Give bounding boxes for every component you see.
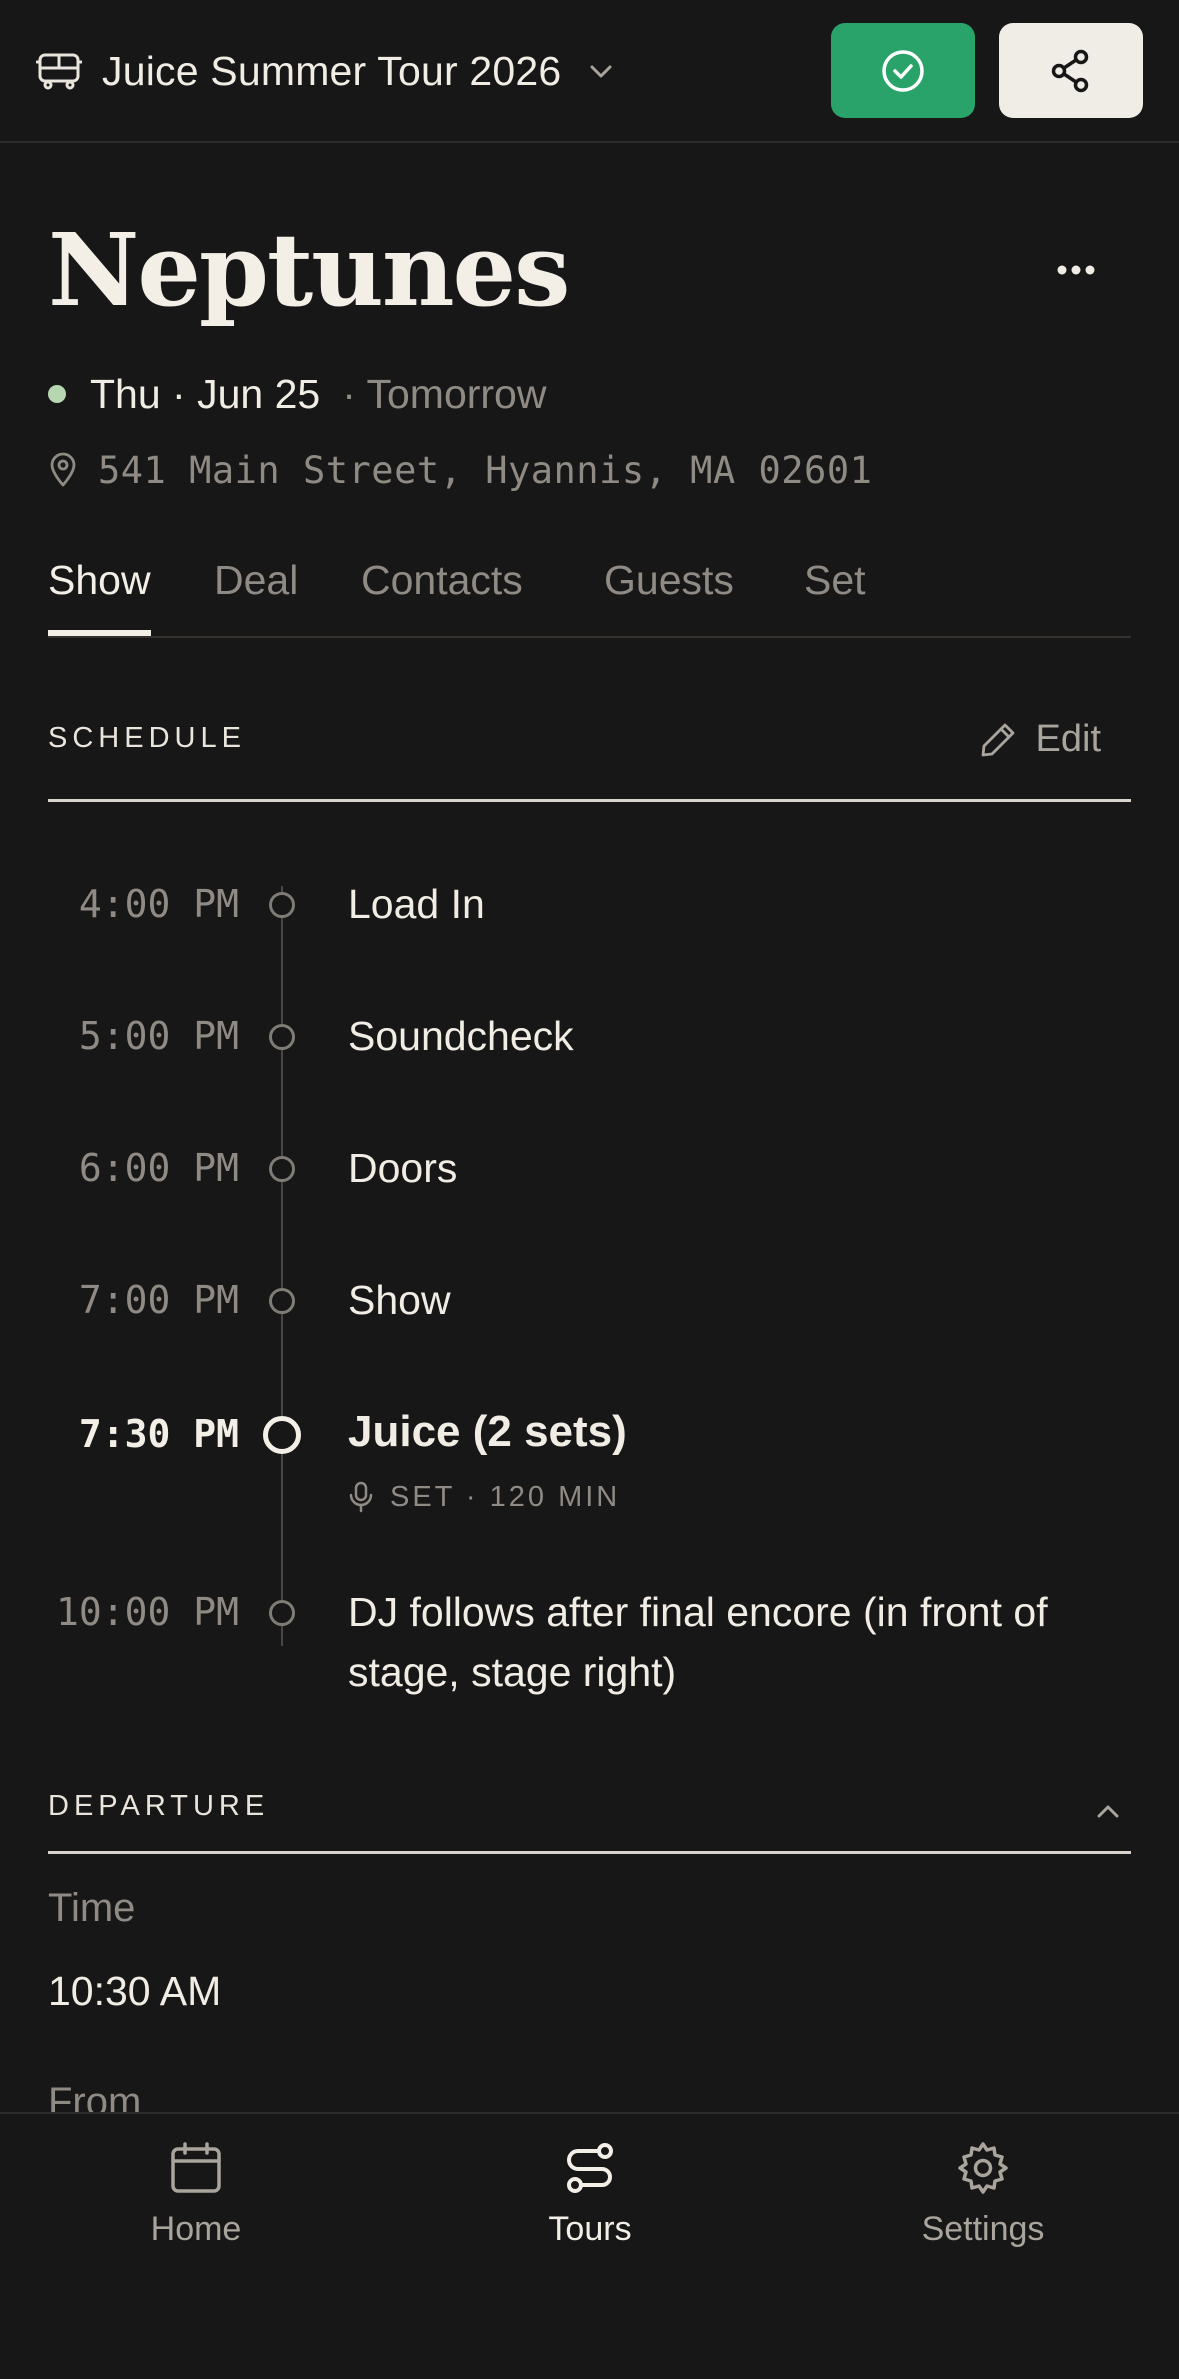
timeline-dot (269, 1600, 295, 1626)
nav-tours[interactable]: Tours (470, 2140, 710, 2249)
gear-icon (958, 2142, 1008, 2194)
schedule-title: Soundcheck (348, 1013, 574, 1059)
tab-show[interactable]: Show (48, 548, 151, 636)
schedule-time: 6:00 PM (78, 1146, 239, 1190)
bus-icon (36, 53, 82, 90)
map-pin-icon (50, 452, 76, 487)
timeline-dot (269, 1156, 295, 1182)
departure-header[interactable]: DEPARTURE (48, 1770, 1131, 1854)
more-options-button[interactable] (1048, 250, 1104, 290)
status-dot (48, 385, 66, 403)
nav-settings[interactable]: Settings (863, 2140, 1103, 2249)
confirm-button[interactable] (831, 23, 975, 118)
set-meta: SET · 120 MIN (348, 1480, 620, 1514)
timeline-dot (269, 892, 295, 918)
top-bar: Juice Summer Tour 2026 (0, 0, 1179, 143)
schedule-title: Load In (348, 881, 485, 927)
timeline-dot (269, 1288, 295, 1314)
route-icon (567, 2143, 613, 2193)
schedule-title: Juice (2 sets) (348, 1407, 627, 1456)
schedule-title: DJ follows after final encore (in front … (348, 1589, 1048, 1695)
check-circle-icon (882, 49, 924, 92)
share-button[interactable] (999, 23, 1143, 118)
chevron-down-icon (590, 65, 612, 78)
schedule-time: 10:00 PM (55, 1590, 239, 1634)
relative-date: · Tomorrow (342, 370, 547, 417)
calendar-icon (171, 2142, 221, 2193)
departure-time-value[interactable]: 10:30 AM (48, 1968, 221, 2015)
tab-guests[interactable]: Guests (604, 548, 734, 636)
schedule-time: 5:00 PM (78, 1014, 239, 1058)
schedule-time: 4:00 PM (78, 882, 239, 926)
departure-time-label: Time (48, 1886, 136, 1930)
pencil-icon (981, 723, 1014, 756)
timeline-dot (269, 1024, 295, 1050)
timeline-dot-current (263, 1416, 301, 1454)
bottom-nav: Home Tours Settings (0, 2112, 1179, 2379)
tour-selector[interactable]: Juice Summer Tour 2026 (36, 40, 617, 102)
show-date: Thu · Jun 25 (90, 370, 321, 417)
venue-address: 541 Main Street, Hyannis, MA 02601 (98, 448, 873, 492)
address-row[interactable]: 541 Main Street, Hyannis, MA 02601 (48, 444, 872, 496)
share-icon (1051, 49, 1089, 92)
nav-label: Home (150, 2210, 242, 2248)
nav-label: Settings (921, 2210, 1045, 2248)
show-date-row: Thu · Jun 25 · Tomorrow (48, 366, 546, 422)
nav-label: Tours (548, 2210, 632, 2248)
tab-deal[interactable]: Deal (214, 548, 298, 636)
venue-name: Neptunes (48, 211, 570, 329)
schedule-title: Doors (348, 1145, 458, 1191)
set-duration: SET · 120 MIN (390, 1480, 621, 1513)
microphone-icon (349, 1481, 373, 1513)
edit-label: Edit (1035, 718, 1101, 760)
tour-title: Juice Summer Tour 2026 (102, 47, 562, 94)
tab-contacts[interactable]: Contacts (361, 548, 523, 636)
edit-schedule-button[interactable]: Edit (978, 718, 1101, 761)
nav-home[interactable]: Home (76, 2140, 316, 2249)
schedule-header: SCHEDULE Edit (48, 700, 1131, 802)
chevron-up-icon[interactable] (1091, 1794, 1125, 1828)
schedule-label: SCHEDULE (48, 722, 246, 754)
timeline-line (281, 886, 283, 1646)
tab-bar: Show Deal Contacts Guests Set (48, 548, 1131, 638)
schedule-title: Show (348, 1277, 451, 1323)
schedule-time: 7:00 PM (78, 1278, 239, 1322)
schedule-time: 7:30 PM (78, 1412, 239, 1456)
departure-label: DEPARTURE (48, 1790, 270, 1822)
more-horizontal-icon (1057, 265, 1095, 275)
tab-set[interactable]: Set (804, 548, 866, 636)
